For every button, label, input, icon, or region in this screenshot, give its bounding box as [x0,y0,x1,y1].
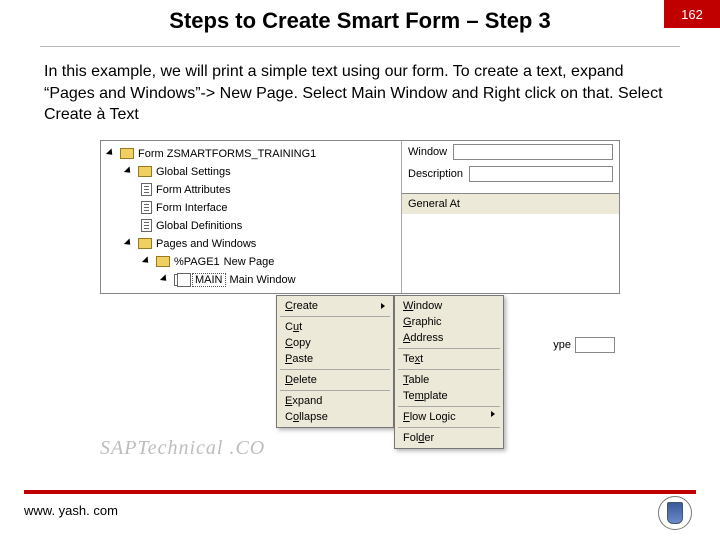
submenu-arrow-icon [491,411,495,417]
menu-copy[interactable]: Copy [279,335,391,351]
tree-label: Global Definitions [156,220,242,232]
submenu-folder[interactable]: Folder [397,430,501,446]
menu-paste[interactable]: Paste [279,351,391,367]
tree-code-selected: MAIN [192,273,226,287]
type-field: ype [553,337,615,353]
tree-global-settings[interactable]: Global Settings [101,163,401,181]
expand-icon[interactable] [123,238,134,249]
window-input[interactable] [453,144,613,160]
expand-icon[interactable] [123,166,134,177]
folder-icon [120,148,134,159]
expand-icon[interactable] [141,256,152,267]
context-menu: Create Cut Copy Paste Delete Expand Coll… [276,295,394,428]
description-label: Description [408,168,463,180]
menu-separator [280,316,390,317]
tree-label: Form ZSMARTFORMS_TRAINING1 [138,148,316,160]
tree-form-interface[interactable]: Form Interface [101,199,401,217]
properties-pane: Window Description General At [401,141,619,293]
tree-page1[interactable]: %PAGE1 New Page [101,253,401,271]
type-input[interactable] [575,337,615,353]
document-icon [141,183,152,196]
tree-pages-windows[interactable]: Pages and Windows [101,235,401,253]
document-icon [141,201,152,214]
menu-separator [398,427,500,428]
tree-label: Pages and Windows [156,238,256,250]
menu-separator [280,369,390,370]
tree-label: Form Attributes [156,184,231,196]
menu-create[interactable]: Create [279,298,391,314]
menu-cut[interactable]: Cut [279,319,391,335]
tree-code: %PAGE1 [174,256,220,268]
tree-label: Main Window [230,274,296,286]
header-divider [40,46,680,47]
menu-collapse[interactable]: Collapse [279,409,391,425]
menu-separator [398,406,500,407]
description-text: In this example, we will print a simple … [44,61,676,126]
create-submenu: Window Graphic Address Text Table Templa… [394,295,504,449]
submenu-graphic[interactable]: Graphic [397,314,501,330]
submenu-table[interactable]: Table [397,372,501,388]
menu-expand[interactable]: Expand [279,393,391,409]
folder-icon [138,166,152,177]
menu-separator [398,348,500,349]
footer-url: www. yash. com [24,503,118,518]
submenu-address[interactable]: Address [397,330,501,346]
tree-main-window[interactable]: MAIN Main Window [101,271,401,289]
menu-separator [398,369,500,370]
tree-label: Form Interface [156,202,228,214]
menu-delete[interactable]: Delete [279,372,391,388]
expand-icon[interactable] [159,274,170,285]
window-icon [174,274,188,286]
tree-label: Global Settings [156,166,231,178]
submenu-arrow-icon [381,303,385,309]
document-icon [141,219,152,232]
tree-label: New Page [224,256,275,268]
tree-global-definitions[interactable]: Global Definitions [101,217,401,235]
tree-form-root[interactable]: Form ZSMARTFORMS_TRAINING1 [101,145,401,163]
submenu-window[interactable]: Window [397,298,501,314]
submenu-template[interactable]: Template [397,388,501,404]
sap-screenshot: Form ZSMARTFORMS_TRAINING1 Global Settin… [100,140,620,294]
type-label: ype [553,339,571,351]
page-number-badge: 162 [664,0,720,28]
page-title: Steps to Create Smart Form – Step 3 [0,0,720,34]
submenu-flow-logic[interactable]: Flow Logic [397,409,501,425]
footer-logo [658,496,692,530]
expand-icon[interactable] [105,148,116,159]
folder-icon [138,238,152,249]
window-label: Window [408,146,447,158]
watermark-text: SAPTechnical .CO [100,437,265,460]
submenu-text[interactable]: Text [397,351,501,367]
menu-separator [280,390,390,391]
general-attributes-tab[interactable]: General At [402,193,619,214]
footer-divider [24,490,696,494]
tree-form-attributes[interactable]: Form Attributes [101,181,401,199]
folder-icon [156,256,170,267]
description-input[interactable] [469,166,613,182]
tree-pane: Form ZSMARTFORMS_TRAINING1 Global Settin… [101,141,401,293]
